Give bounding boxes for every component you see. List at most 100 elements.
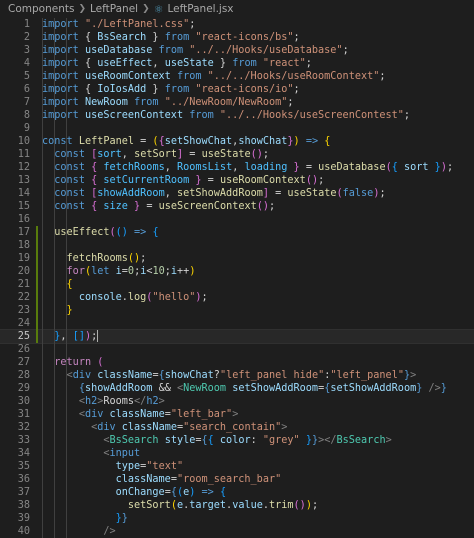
code-line[interactable]: 19 fetchRooms(); <box>0 252 474 265</box>
code-token: from <box>176 71 208 82</box>
line-number: 21 <box>17 279 30 290</box>
code-line[interactable]: 30 <h2>Rooms</h2> <box>0 395 474 408</box>
line-number: 14 <box>17 188 30 199</box>
chevron-right-icon: ❯ <box>78 4 86 14</box>
code-token: : <box>250 435 263 446</box>
code-token: useEffect <box>97 58 153 69</box>
code-editor[interactable]: 1 import "./LeftPanel.css"; 2 import { BsSe… <box>0 18 474 538</box>
code-content: <h2>Rooms</h2> <box>30 395 474 408</box>
code-line[interactable]: 35 type="text" <box>0 460 474 473</box>
code-line[interactable]: 24 <box>0 317 474 330</box>
breadcrumb-item-components[interactable]: Components <box>8 3 74 15</box>
code-line[interactable]: 12 const { fetchRooms, RoomsList, loadin… <box>0 161 474 174</box>
code-line[interactable]: 21 { <box>0 278 474 291</box>
code-token: => <box>201 487 220 498</box>
code-token: false <box>342 188 374 199</box>
react-icon: ⚛ <box>153 2 164 16</box>
code-token: ; <box>379 188 386 199</box>
line-number: 19 <box>17 253 30 264</box>
code-token: setSort <box>127 500 171 511</box>
code-content: const { setCurrentRoom } = useRoomContex… <box>30 174 474 187</box>
code-content: import useDatabase from "../../Hooks/use… <box>30 44 474 57</box>
code-line[interactable]: 27 return ( <box>0 356 474 369</box>
code-token: ] <box>262 188 276 199</box>
code-line[interactable]: 31 <div className="left_bar"> <box>0 408 474 421</box>
code-line[interactable]: 5 import useRoomContext from "../../Hooks… <box>0 70 474 83</box>
code-line[interactable]: 34 <input <box>0 447 474 460</box>
code-token: from <box>134 97 165 108</box>
code-line[interactable]: 1 import "./LeftPanel.css"; <box>0 18 474 31</box>
code-line[interactable]: 14 const [showAddRoom, setShowAddRoom] =… <box>0 187 474 200</box>
code-token: className <box>97 370 153 381</box>
code-line[interactable]: 3 import useDatabase from "../../Hooks/us… <box>0 44 474 57</box>
code-token: "../../Hooks/useDatabase" <box>189 45 343 56</box>
code-line[interactable]: 17 useEffect(() => { <box>0 226 474 239</box>
code-line[interactable]: 38 setSort(e.target.value.trim()); <box>0 499 474 512</box>
code-content <box>30 343 474 356</box>
breadcrumb-item-leftpanel-folder[interactable]: LeftPanel <box>90 3 138 15</box>
code-token: const <box>54 162 92 173</box>
code-token: "react-icons/bs" <box>195 32 294 43</box>
code-line[interactable]: 2 import { BsSearch } from "react-icons/b… <box>0 31 474 44</box>
code-line[interactable]: 33 <BsSearch style={{ color: "grey" }}><… <box>0 434 474 447</box>
code-line[interactable]: 25 }, []); <box>0 329 474 344</box>
code-token: { <box>207 435 220 446</box>
code-token: = <box>305 162 319 173</box>
code-line[interactable]: 7 import NewRoom from "../NewRoom/NewRoom… <box>0 96 474 109</box>
code-line[interactable]: 8 import useScreenContext from "../../Hoo… <box>0 109 474 122</box>
line-number: 2 <box>23 32 30 43</box>
code-line[interactable]: 4 import { useEffect, useState } from "re… <box>0 57 474 70</box>
breadcrumb-item-file[interactable]: LeftPanel.jsx <box>168 3 234 15</box>
line-number: 4 <box>23 58 30 69</box>
code-token: RoomsList <box>177 162 233 173</box>
code-token: useRoomContext <box>219 175 306 186</box>
code-token: => <box>305 136 325 147</box>
code-token: 10 <box>152 266 165 277</box>
code-line[interactable]: 36 className="room_search_bar" <box>0 473 474 486</box>
code-line[interactable]: 15 const { size } = useScreenContext(); <box>0 200 474 213</box>
code-content: onChange={(e) => { <box>30 486 474 499</box>
code-line[interactable]: 39 }} <box>0 512 474 525</box>
code-token: trim <box>269 500 294 511</box>
code-token: ; <box>311 500 319 511</box>
line-number: 26 <box>17 344 30 355</box>
code-token: } <box>428 162 441 173</box>
code-line[interactable]: 29 {showAddRoom && <NewRoom setShowAddRo… <box>0 382 474 395</box>
code-line[interactable]: 6 import { IoIosAdd } from "react-icons/i… <box>0 83 474 96</box>
code-line[interactable]: 22 console.log("hello"); <box>0 291 474 304</box>
code-line[interactable]: 37 onChange={(e) => { <box>0 486 474 499</box>
code-token: "../../Hooks/useScreenContest" <box>219 110 404 121</box>
code-token: h2 <box>146 396 159 407</box>
code-token: div <box>84 409 110 420</box>
code-token: "left_bar" <box>170 409 233 420</box>
code-content: import "./LeftPanel.css"; <box>30 18 474 31</box>
code-line[interactable]: 40 /> <box>0 525 474 538</box>
code-line[interactable]: 32 <div className="search_contain"> <box>0 421 474 434</box>
code-content: <div className="left_bar"> <box>30 408 474 421</box>
code-line[interactable]: 28 <div className={showChat?"left_panel … <box>0 369 474 382</box>
code-content: const [showAddRoom, setShowAddRoom] = us… <box>30 187 474 200</box>
code-line[interactable]: 11 const [sort, setSort] = useState(); <box>0 148 474 161</box>
code-token: ; <box>403 110 411 121</box>
code-token: { <box>91 162 104 173</box>
indent-guide <box>66 18 67 538</box>
line-number: 10 <box>17 136 30 147</box>
code-token: input <box>109 448 141 459</box>
code-line[interactable]: 16 <box>0 213 474 226</box>
code-token: /> <box>422 383 441 394</box>
code-line[interactable]: 23 } <box>0 304 474 317</box>
code-token: () <box>256 201 270 212</box>
code-line[interactable]: 26 <box>0 343 474 356</box>
code-line[interactable]: 9 <box>0 122 474 135</box>
code-line[interactable]: 18 <box>0 239 474 252</box>
line-number: 39 <box>17 513 30 524</box>
code-token: ; <box>318 175 325 186</box>
code-line[interactable]: 13 const { setCurrentRoom } = useRoomCon… <box>0 174 474 187</box>
code-token: useDatabase <box>84 45 159 56</box>
code-token: useState <box>287 188 337 199</box>
code-line[interactable]: 10 const LeftPanel = ({setShowChat,showCh… <box>0 135 474 148</box>
code-line[interactable]: 20 for(let i=0;i<10;i++) <box>0 265 474 278</box>
line-number: 16 <box>17 214 30 225</box>
